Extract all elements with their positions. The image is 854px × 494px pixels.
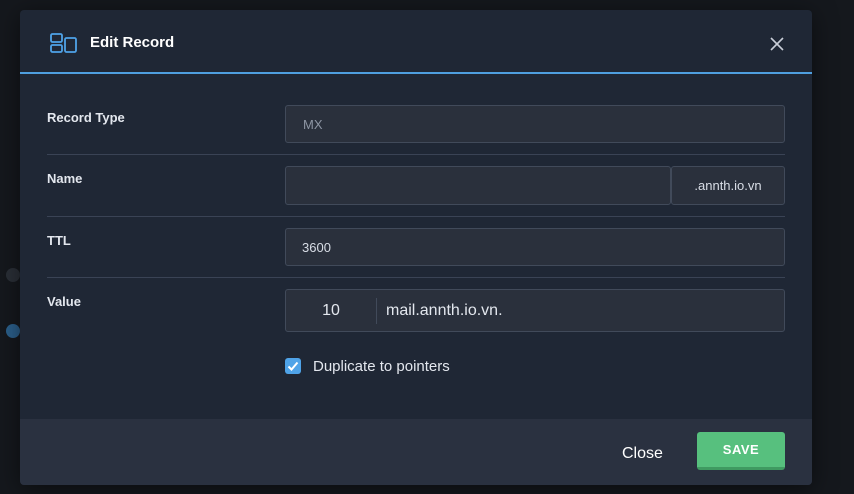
- dialog-title: Edit Record: [90, 34, 175, 51]
- ttl-label: TTL: [47, 233, 71, 248]
- row-divider: [47, 216, 785, 217]
- check-icon: [287, 361, 299, 371]
- priority-input[interactable]: 10: [286, 290, 376, 331]
- row-divider: [47, 277, 785, 278]
- close-icon[interactable]: [768, 35, 786, 53]
- value-label: Value: [47, 294, 81, 309]
- duplicate-label[interactable]: Duplicate to pointers: [313, 358, 450, 375]
- background-radio: [6, 324, 20, 338]
- record-type-label: Record Type: [47, 110, 125, 125]
- dialog-footer: Close SAVE: [20, 419, 812, 485]
- value-field-wrapper: 10 mail.annth.io.vn.: [285, 289, 785, 332]
- save-button[interactable]: SAVE: [697, 432, 785, 470]
- value-separator: [376, 298, 377, 324]
- row-divider: [47, 154, 785, 155]
- background-toggle: [6, 268, 20, 282]
- edit-record-dialog: Edit Record Record Type MX Name .annth.i…: [20, 10, 812, 485]
- name-label: Name: [47, 171, 83, 186]
- close-button[interactable]: Close: [622, 445, 663, 463]
- ttl-input[interactable]: [286, 239, 784, 255]
- record-type-field: MX: [285, 105, 785, 143]
- name-input[interactable]: [286, 178, 670, 193]
- record-layout-icon: [50, 33, 77, 53]
- domain-suffix: .annth.io.vn: [671, 166, 785, 205]
- name-field-wrapper: [285, 166, 671, 205]
- dialog-header: Edit Record: [20, 10, 812, 74]
- target-input[interactable]: mail.annth.io.vn.: [386, 290, 503, 331]
- duplicate-checkbox[interactable]: [285, 358, 301, 374]
- ttl-field-wrapper: [285, 228, 785, 266]
